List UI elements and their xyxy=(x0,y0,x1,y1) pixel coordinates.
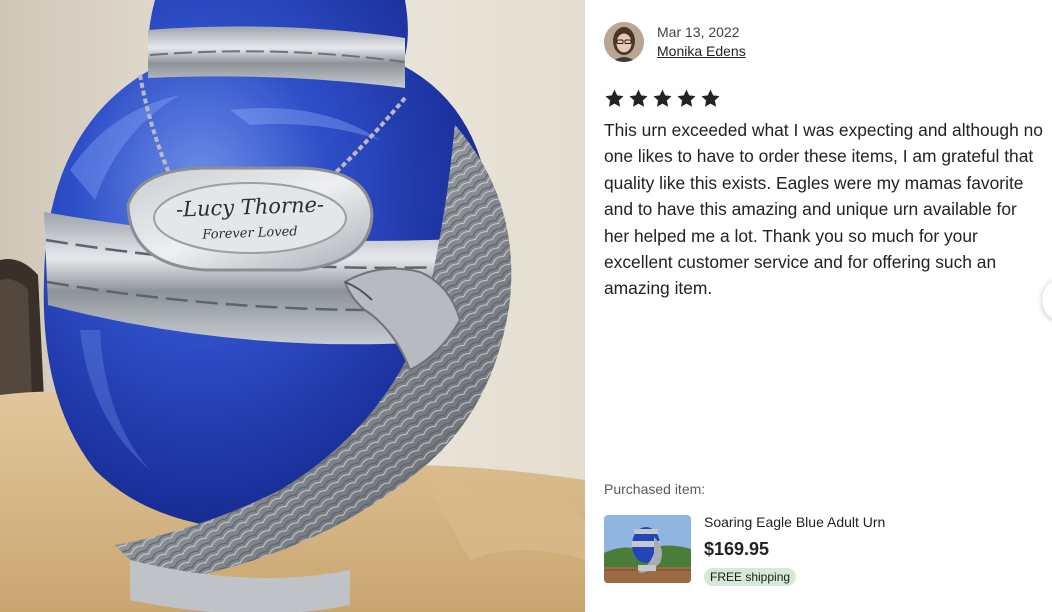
free-shipping-badge: FREE shipping xyxy=(704,568,797,586)
review-panel: Mar 13, 2022 Monika Edens This urn excee… xyxy=(585,0,1052,612)
purchased-item-thumbnail[interactable] xyxy=(604,515,691,583)
avatar-image xyxy=(604,22,644,62)
star-icon xyxy=(629,89,648,107)
purchased-item-label: Purchased item: xyxy=(604,481,706,497)
urn-photo-illustration xyxy=(0,0,585,612)
reviewer-avatar[interactable] xyxy=(604,22,644,62)
star-icon xyxy=(653,89,672,107)
star-icon xyxy=(605,89,624,107)
review-date: Mar 13, 2022 xyxy=(657,24,740,40)
item-thumbnail-image xyxy=(604,515,691,583)
purchased-item-title-link[interactable]: Soaring Eagle Blue Adult Urn xyxy=(704,514,885,530)
star-rating xyxy=(604,88,721,109)
star-icon xyxy=(677,89,696,107)
review-text: This urn exceeded what I was expecting a… xyxy=(604,120,1043,299)
purchased-item-price: $169.95 xyxy=(704,539,770,559)
review-photo[interactable]: -Lucy Thorne- Forever Loved xyxy=(0,0,585,612)
reviewer-name-link[interactable]: Monika Edens xyxy=(657,43,746,59)
star-icon xyxy=(701,89,720,107)
